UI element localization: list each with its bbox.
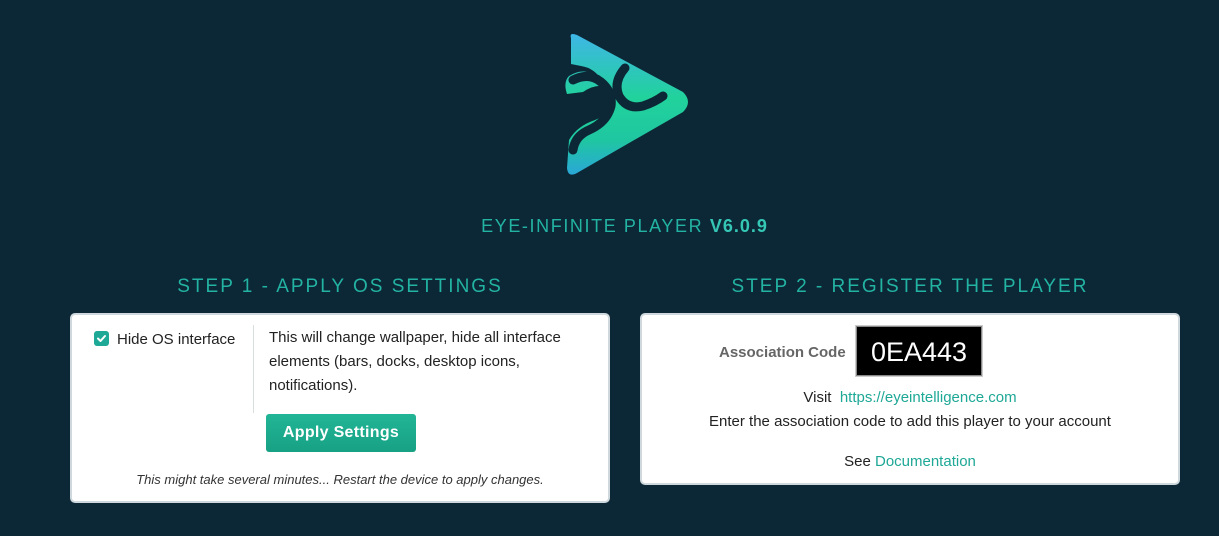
os-settings-card: Hide OS interface This will change wallp…: [70, 313, 610, 503]
instruction-text: Enter the association code to add this p…: [709, 413, 1111, 430]
association-code-label: Association Code: [719, 344, 846, 361]
hide-os-label[interactable]: Hide OS interface: [117, 328, 237, 352]
documentation-link[interactable]: Documentation: [875, 453, 976, 470]
apply-settings-button[interactable]: Apply Settings: [266, 414, 416, 452]
hide-os-checkbox[interactable]: [94, 331, 109, 346]
step1-heading: STEP 1 - APPLY OS SETTINGS: [177, 276, 503, 297]
documentation-line: See Documentation: [642, 453, 1178, 470]
page: EYE-INFINITE PLAYER V6.0.9 STEP 1 - APPL…: [0, 0, 1219, 536]
register-player-card: Association Code 0EA443 Visit https://ey…: [640, 313, 1180, 485]
see-prefix: See: [844, 453, 871, 470]
app-title: EYE-INFINITE PLAYER V6.0.9: [0, 216, 1219, 237]
eye-infinite-logo-icon: [565, 34, 688, 175]
os-settings-description: This will change wallpaper, hide all int…: [269, 329, 561, 394]
visit-line: Visit https://eyeintelligence.com: [642, 389, 1178, 406]
step2-heading: STEP 2 - REGISTER THE PLAYER: [731, 276, 1089, 297]
app-version: V6.0.9: [709, 216, 768, 236]
restart-note: This might take several minutes... Resta…: [136, 472, 544, 487]
divider: [253, 325, 254, 413]
association-code: 0EA443: [856, 326, 982, 376]
visit-prefix: Visit: [803, 389, 832, 406]
eyeintelligence-link[interactable]: https://eyeintelligence.com: [840, 389, 1017, 406]
checkmark-icon: [97, 335, 106, 342]
app-name: EYE-INFINITE PLAYER: [481, 216, 704, 236]
